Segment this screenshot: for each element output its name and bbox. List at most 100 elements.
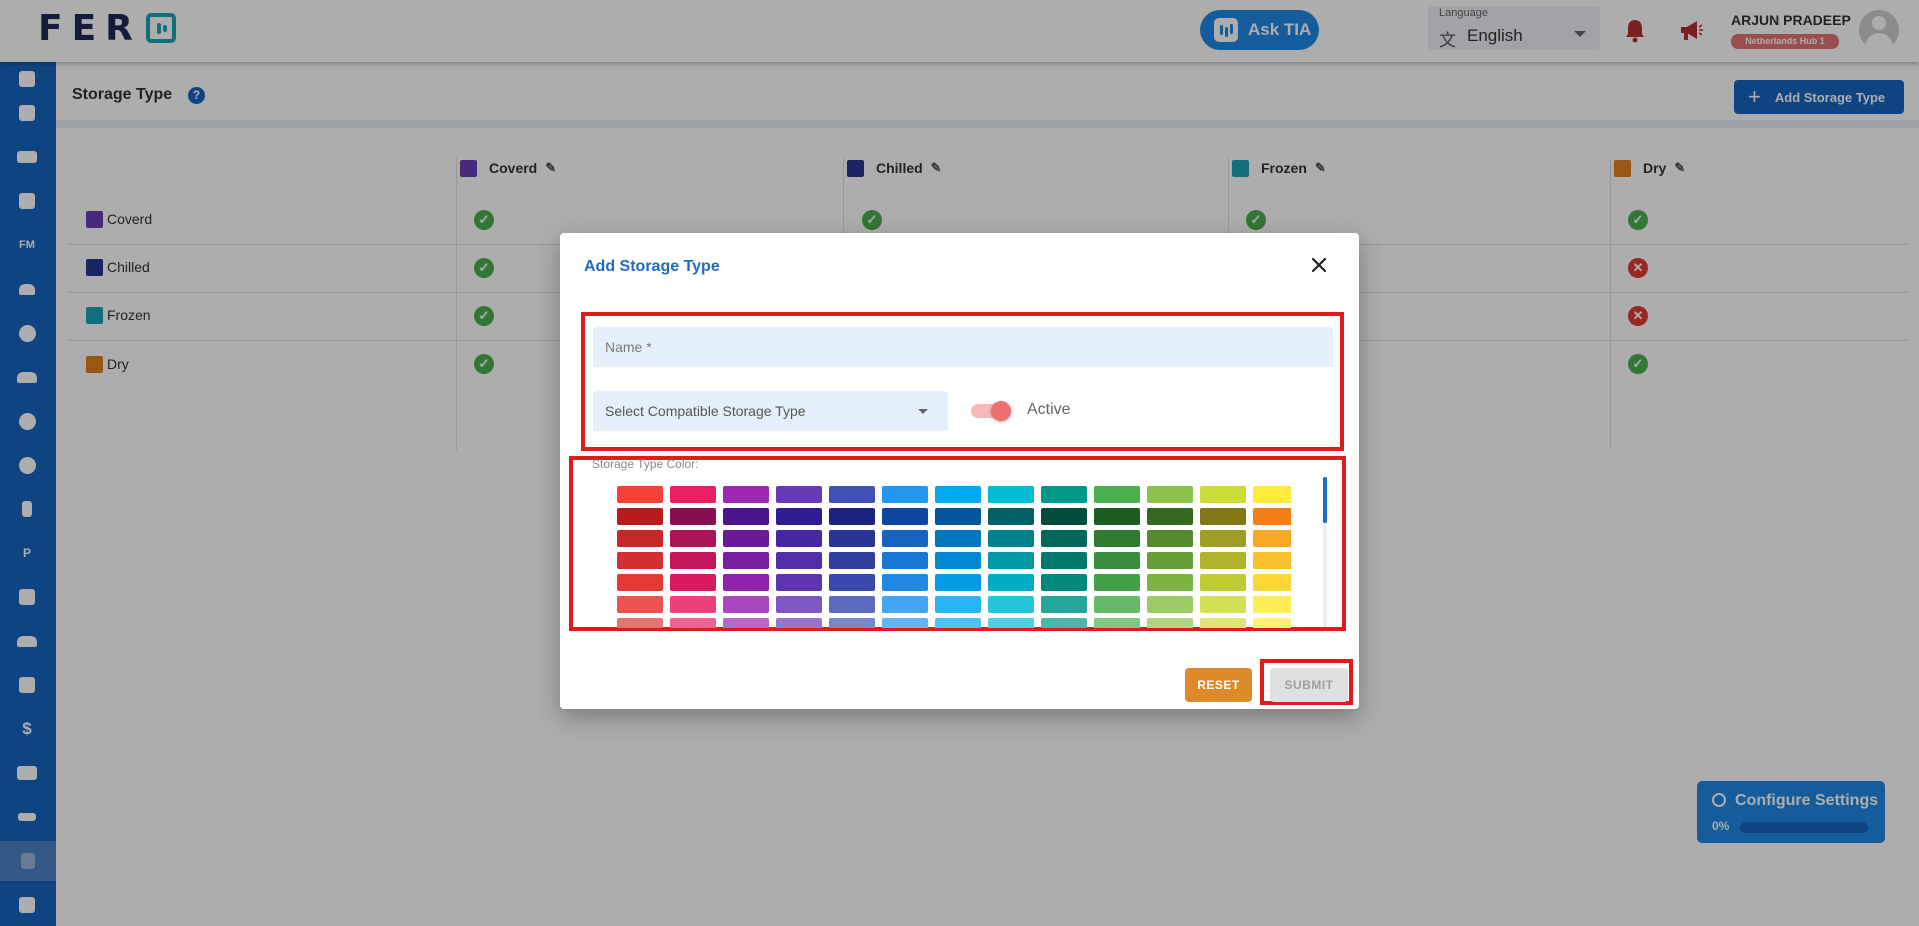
color-swatch-option[interactable]: [617, 574, 663, 591]
color-swatch-option[interactable]: [723, 486, 769, 503]
color-swatch-option[interactable]: [935, 552, 981, 569]
color-swatch-option[interactable]: [617, 618, 663, 628]
color-swatch-option[interactable]: [829, 574, 875, 591]
color-swatch-option[interactable]: [829, 552, 875, 569]
color-swatch-option[interactable]: [1200, 508, 1246, 525]
color-swatch-option[interactable]: [1094, 552, 1140, 569]
color-swatch-option[interactable]: [1094, 530, 1140, 547]
color-swatch-option[interactable]: [1041, 596, 1087, 613]
color-swatch-option[interactable]: [776, 596, 822, 613]
reset-button[interactable]: RESET: [1185, 668, 1252, 702]
color-swatch-option[interactable]: [723, 618, 769, 628]
color-swatch-option[interactable]: [882, 596, 928, 613]
color-swatch-option[interactable]: [670, 574, 716, 591]
color-swatch-option[interactable]: [882, 508, 928, 525]
color-swatch-option[interactable]: [935, 508, 981, 525]
color-swatch-option[interactable]: [882, 486, 928, 503]
color-swatch-option[interactable]: [670, 530, 716, 547]
color-swatch-option[interactable]: [935, 530, 981, 547]
color-swatch-option[interactable]: [829, 508, 875, 525]
color-swatch-option[interactable]: [1147, 596, 1193, 613]
color-swatch-option[interactable]: [1253, 618, 1291, 628]
color-swatch-option[interactable]: [670, 596, 716, 613]
color-swatch-option[interactable]: [935, 486, 981, 503]
color-swatch-option[interactable]: [882, 574, 928, 591]
color-swatch-option[interactable]: [1094, 574, 1140, 591]
color-swatch-option[interactable]: [1200, 596, 1246, 613]
color-swatch-option[interactable]: [1094, 618, 1140, 628]
color-swatch-option[interactable]: [1200, 552, 1246, 569]
color-swatch-option[interactable]: [988, 596, 1034, 613]
color-swatch-option[interactable]: [1147, 530, 1193, 547]
color-swatch-option[interactable]: [723, 530, 769, 547]
color-swatch-option[interactable]: [1253, 508, 1291, 525]
color-swatch-option[interactable]: [723, 552, 769, 569]
color-swatch-option[interactable]: [1147, 552, 1193, 569]
color-swatch-option[interactable]: [1041, 486, 1087, 503]
color-swatch-option[interactable]: [935, 596, 981, 613]
color-swatch-option[interactable]: [723, 508, 769, 525]
color-swatch-option[interactable]: [776, 486, 822, 503]
color-swatch-option[interactable]: [988, 508, 1034, 525]
color-swatch-option[interactable]: [1200, 618, 1246, 628]
color-swatch-option[interactable]: [776, 530, 822, 547]
color-swatch-option[interactable]: [829, 618, 875, 628]
color-swatch-option[interactable]: [670, 508, 716, 525]
color-swatch-option[interactable]: [1041, 574, 1087, 591]
color-swatch-option[interactable]: [882, 530, 928, 547]
color-swatch-option[interactable]: [829, 486, 875, 503]
color-swatch-option[interactable]: [1041, 618, 1087, 628]
color-swatch-option[interactable]: [776, 574, 822, 591]
color-swatch-option[interactable]: [1147, 618, 1193, 628]
active-toggle[interactable]: [969, 400, 1013, 422]
color-swatch-option[interactable]: [1147, 508, 1193, 525]
color-swatch-option[interactable]: [1253, 574, 1291, 591]
scrollbar-thumb[interactable]: [1323, 477, 1327, 523]
color-swatch-option[interactable]: [882, 618, 928, 628]
add-storage-type-dialog: Add Storage Type Name * Select Compatibl…: [560, 233, 1359, 709]
color-swatch-option[interactable]: [935, 618, 981, 628]
color-swatch-option[interactable]: [829, 596, 875, 613]
color-swatch-option[interactable]: [988, 486, 1034, 503]
color-swatch-option[interactable]: [988, 618, 1034, 628]
color-swatch-option[interactable]: [1253, 596, 1291, 613]
color-swatch-option[interactable]: [1200, 530, 1246, 547]
color-swatch-option[interactable]: [1200, 574, 1246, 591]
color-swatch-option[interactable]: [617, 596, 663, 613]
color-swatch-option[interactable]: [1041, 530, 1087, 547]
color-swatch-option[interactable]: [1253, 530, 1291, 547]
color-swatch-option[interactable]: [1253, 486, 1291, 503]
submit-button[interactable]: SUBMIT: [1270, 668, 1348, 702]
color-swatch-option[interactable]: [776, 508, 822, 525]
color-swatch-option[interactable]: [723, 574, 769, 591]
color-swatch-option[interactable]: [1200, 486, 1246, 503]
color-swatch-option[interactable]: [829, 530, 875, 547]
color-swatch-option[interactable]: [670, 486, 716, 503]
name-input[interactable]: Name *: [593, 327, 1333, 367]
color-swatch-option[interactable]: [1041, 552, 1087, 569]
color-swatch-option[interactable]: [988, 530, 1034, 547]
color-swatch-option[interactable]: [617, 508, 663, 525]
color-swatch-option[interactable]: [776, 552, 822, 569]
color-swatch-option[interactable]: [1094, 508, 1140, 525]
color-swatch-option[interactable]: [1253, 552, 1291, 569]
compatible-storage-type-select[interactable]: Select Compatible Storage Type: [593, 391, 948, 431]
color-swatch-option[interactable]: [723, 596, 769, 613]
color-swatch-option[interactable]: [882, 552, 928, 569]
color-swatch-option[interactable]: [670, 552, 716, 569]
color-swatch-option[interactable]: [1147, 486, 1193, 503]
color-swatch-option[interactable]: [988, 574, 1034, 591]
color-swatch-option[interactable]: [1094, 596, 1140, 613]
palette-scrollbar[interactable]: [1323, 477, 1327, 627]
color-swatch-option[interactable]: [1041, 508, 1087, 525]
color-swatch-option[interactable]: [935, 574, 981, 591]
color-swatch-option[interactable]: [988, 552, 1034, 569]
color-swatch-option[interactable]: [1147, 574, 1193, 591]
color-swatch-option[interactable]: [776, 618, 822, 628]
color-swatch-option[interactable]: [1094, 486, 1140, 503]
color-swatch-option[interactable]: [617, 530, 663, 547]
close-icon[interactable]: [1308, 254, 1330, 276]
color-swatch-option[interactable]: [617, 486, 663, 503]
color-swatch-option[interactable]: [670, 618, 716, 628]
color-swatch-option[interactable]: [617, 552, 663, 569]
